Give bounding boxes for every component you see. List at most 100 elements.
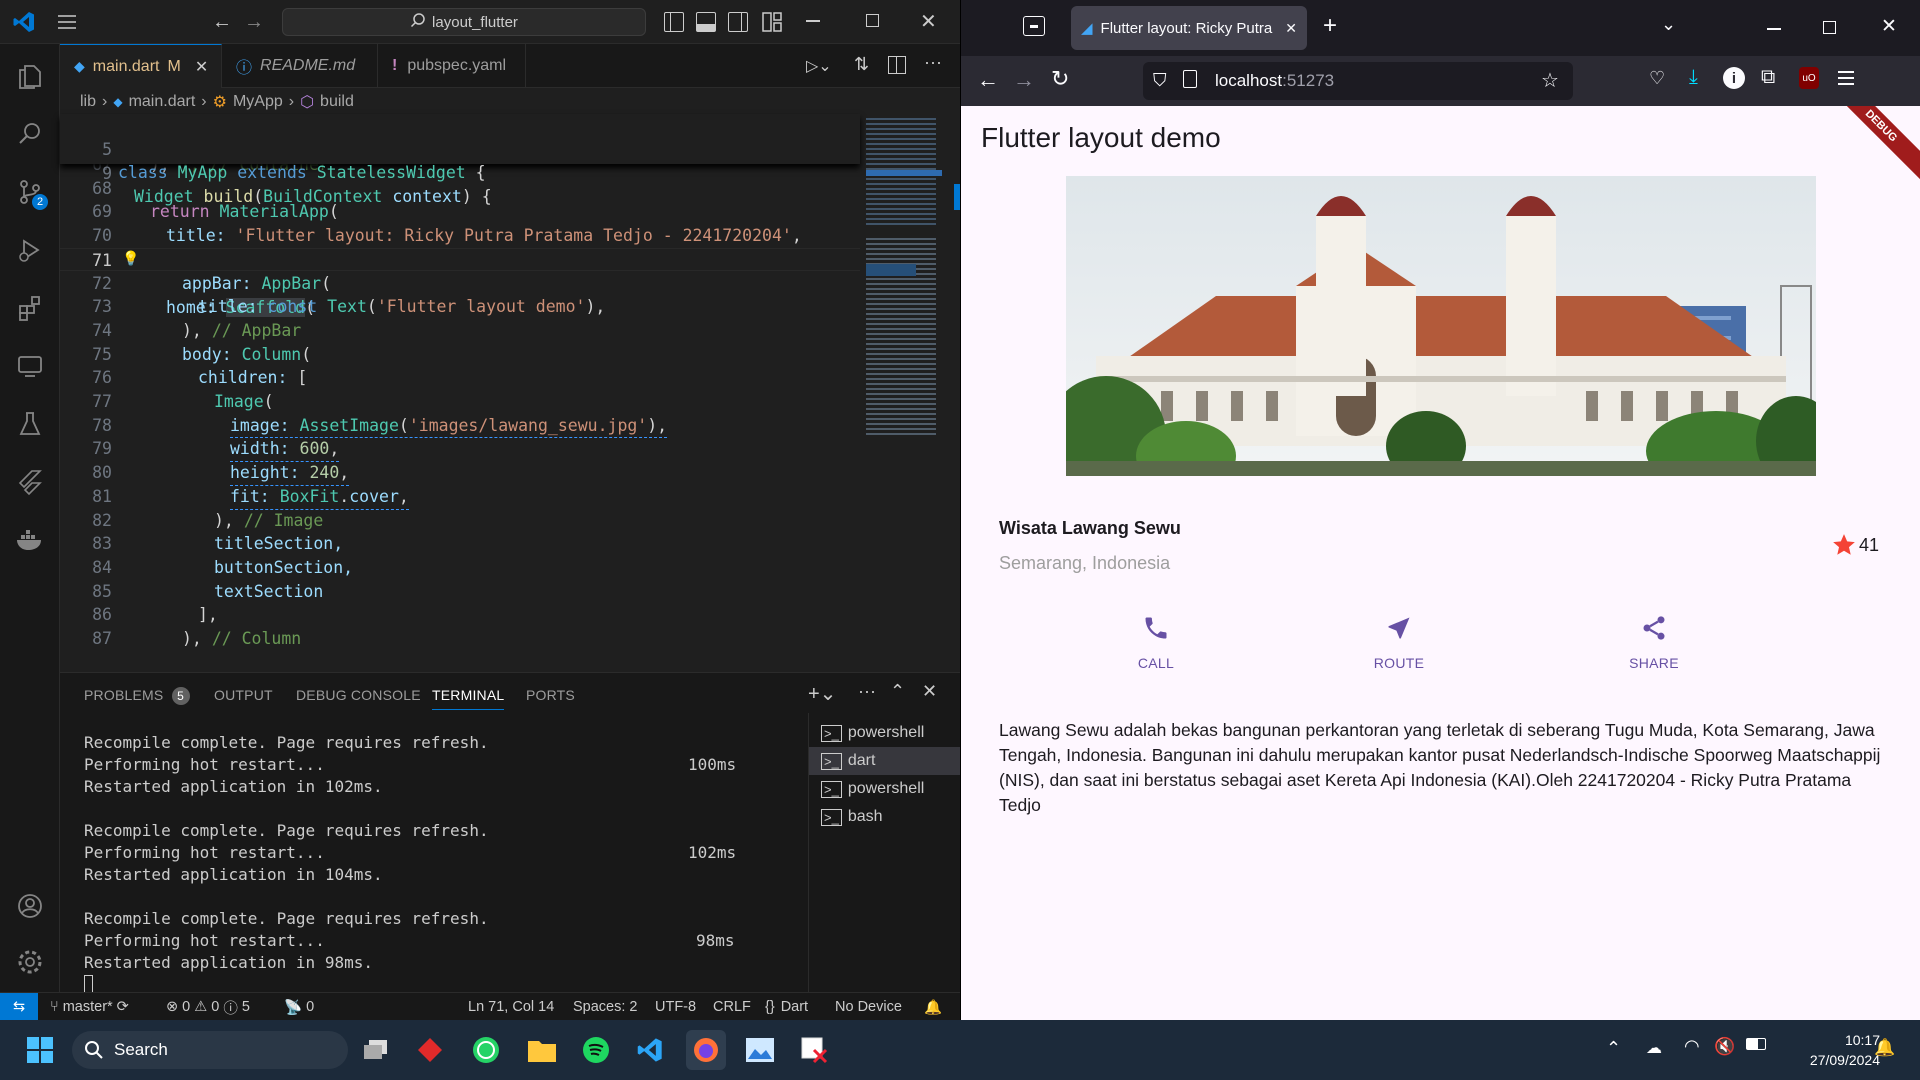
battery-charging-icon[interactable] — [1746, 1038, 1766, 1050]
shield-icon[interactable]: ⛉ — [1153, 70, 1167, 91]
branch-status[interactable]: ⑂ master* ⟳ — [50, 993, 129, 1020]
docker-icon[interactable] — [0, 514, 60, 566]
accounts-icon[interactable] — [0, 880, 60, 932]
hamburger-menu-icon[interactable] — [1837, 70, 1855, 86]
customize-layout-icon[interactable] — [762, 12, 782, 32]
remote-indicator-icon[interactable]: ⇆ — [0, 993, 38, 1020]
forward-arrow-icon[interactable]: → — [1013, 67, 1035, 93]
close-tab-icon[interactable]: ✕ — [195, 57, 208, 77]
breadcrumb-lib[interactable]: lib — [80, 93, 96, 111]
flutter-icon[interactable] — [0, 456, 60, 508]
breadcrumb-method[interactable]: build — [320, 93, 354, 111]
device-status[interactable]: No Device — [835, 993, 902, 1020]
language-status[interactable]: {} Dart — [765, 993, 808, 1020]
firefox-view-icon[interactable] — [1023, 16, 1045, 36]
start-windows-icon[interactable] — [20, 1030, 60, 1070]
show-hidden-icons-chevron-icon[interactable]: ⌃ — [1606, 1038, 1621, 1059]
more-actions-icon[interactable]: ··· — [924, 52, 942, 73]
close-tab-icon[interactable]: ✕ — [1285, 20, 1297, 37]
eol-status[interactable]: CRLF — [713, 993, 751, 1020]
browser-tab-active[interactable]: ◢ Flutter layout: Ricky Putra Pratar ✕ — [1071, 6, 1307, 50]
app-red-diamond-icon[interactable] — [410, 1030, 450, 1070]
sticky-line[interactable]: 9 Widget build(BuildContext context) { — [60, 138, 860, 207]
settings-gear-icon[interactable] — [0, 936, 60, 988]
whatsapp-icon[interactable] — [466, 1030, 506, 1070]
toggle-secondary-sidebar-icon[interactable] — [728, 12, 748, 32]
tab-problems[interactable]: PROBLEMS 5 — [84, 687, 190, 705]
tab-terminal[interactable]: TERMINAL — [432, 687, 505, 710]
photos-icon[interactable] — [740, 1030, 780, 1070]
run-dropdown-icon[interactable]: ▷⌄ — [806, 56, 832, 76]
downloads-icon[interactable]: ⤓ — [1689, 66, 1698, 89]
tab-ports[interactable]: PORTS — [526, 687, 575, 703]
command-center-search[interactable]: layout_flutter — [282, 8, 646, 36]
breadcrumb-file[interactable]: main.dart — [129, 93, 196, 111]
testing-icon[interactable] — [0, 398, 60, 450]
breadcrumb-class[interactable]: MyApp — [233, 93, 283, 111]
search-icon[interactable] — [0, 108, 60, 160]
toggle-panel-icon[interactable] — [696, 12, 716, 32]
tab-pubspec[interactable]: ! pubspec.yaml — [378, 44, 526, 88]
reload-icon[interactable]: ↻ — [1051, 66, 1069, 92]
minimize-icon[interactable] — [806, 20, 820, 22]
extensions-icon[interactable] — [0, 282, 60, 334]
forward-arrow-icon[interactable]: → — [244, 11, 264, 34]
cloud-offline-icon[interactable]: ☁ — [1646, 1038, 1662, 1058]
tab-readme[interactable]: ⓘ README.md — [222, 44, 378, 88]
problems-status[interactable]: ⊗ 0 ⚠ 0 ⓘ 5 — [166, 993, 250, 1020]
terminal-item-dart[interactable]: >_ dart — [809, 747, 960, 775]
new-tab-icon[interactable]: + — [1323, 12, 1337, 40]
clock[interactable]: 10:17 27/09/2024 — [1790, 1030, 1880, 1070]
wifi-icon[interactable]: ◠ — [1684, 1036, 1700, 1057]
close-panel-icon[interactable]: ✕ — [922, 681, 937, 702]
cursor-position[interactable]: Ln 71, Col 14 — [468, 993, 554, 1020]
indentation-status[interactable]: Spaces: 2 — [573, 993, 638, 1020]
lightbulb-icon[interactable]: 💡 — [122, 248, 139, 272]
tab-output[interactable]: OUTPUT — [214, 687, 273, 703]
notifications-bell-icon[interactable]: 🔔 — [924, 993, 942, 1020]
code-editor[interactable]: 67); ); // Container 68 69 return Materia… — [60, 164, 860, 672]
encoding-status[interactable]: UTF-8 — [655, 993, 696, 1020]
notification-bell-icon[interactable]: 🔔 — [1874, 1038, 1895, 1058]
maximize-icon[interactable] — [866, 14, 879, 27]
info-extension-icon[interactable]: i — [1723, 67, 1745, 89]
menu-icon[interactable] — [56, 12, 78, 32]
run-debug-icon[interactable] — [0, 224, 60, 276]
toggle-sidebar-icon[interactable] — [664, 12, 684, 32]
share-button[interactable]: SHARE — [1619, 614, 1689, 671]
maximize-panel-icon[interactable]: ⌃ — [890, 681, 905, 702]
compare-icon[interactable]: ⇅ — [854, 54, 869, 75]
minimize-icon[interactable] — [1767, 28, 1781, 30]
more-actions-icon[interactable]: ··· — [858, 681, 876, 702]
back-arrow-icon[interactable]: ← — [212, 11, 232, 34]
terminal-item-bash[interactable]: >_ bash — [809, 803, 960, 831]
ublock-icon[interactable]: uO — [1799, 67, 1819, 89]
back-arrow-icon[interactable]: ← — [977, 67, 999, 93]
firefox-taskbar-icon[interactable] — [686, 1030, 726, 1070]
snipping-tool-icon[interactable] — [794, 1030, 834, 1070]
source-control-icon[interactable]: 2 — [0, 166, 60, 218]
bookmark-star-icon[interactable]: ☆ — [1541, 68, 1559, 93]
vscode-taskbar-icon[interactable] — [630, 1030, 670, 1070]
close-icon[interactable]: ✕ — [920, 9, 937, 34]
taskbar-search[interactable]: Search — [72, 1031, 348, 1069]
task-view-icon[interactable] — [356, 1030, 396, 1070]
terminal-item-powershell[interactable]: >_ powershell — [809, 719, 960, 747]
url-bar[interactable]: ⛉ localhost:51273 ☆ — [1143, 62, 1573, 100]
list-tabs-icon[interactable]: ⌄ — [1661, 14, 1676, 35]
tab-main-dart[interactable]: ◆ main.dart M ✕ — [60, 44, 222, 88]
extensions-puzzle-icon[interactable]: ⧉ — [1761, 66, 1775, 89]
volume-muted-icon[interactable]: 🔇 — [1714, 1037, 1735, 1057]
spotify-icon[interactable] — [576, 1030, 616, 1070]
explorer-icon[interactable] — [0, 50, 60, 102]
route-button[interactable]: ROUTE — [1364, 614, 1434, 671]
call-button[interactable]: CALL — [1126, 614, 1186, 671]
file-explorer-icon[interactable] — [522, 1030, 562, 1070]
close-window-icon[interactable]: ✕ — [1881, 15, 1897, 38]
new-terminal-icon[interactable]: +⌄ — [808, 681, 836, 706]
terminal-item-powershell[interactable]: >_ powershell — [809, 775, 960, 803]
ports-status[interactable]: 📡 0 — [284, 993, 314, 1020]
pocket-icon[interactable]: ♡ — [1649, 68, 1665, 89]
maximize-icon[interactable] — [1823, 21, 1836, 34]
remote-explorer-icon[interactable] — [0, 340, 60, 392]
